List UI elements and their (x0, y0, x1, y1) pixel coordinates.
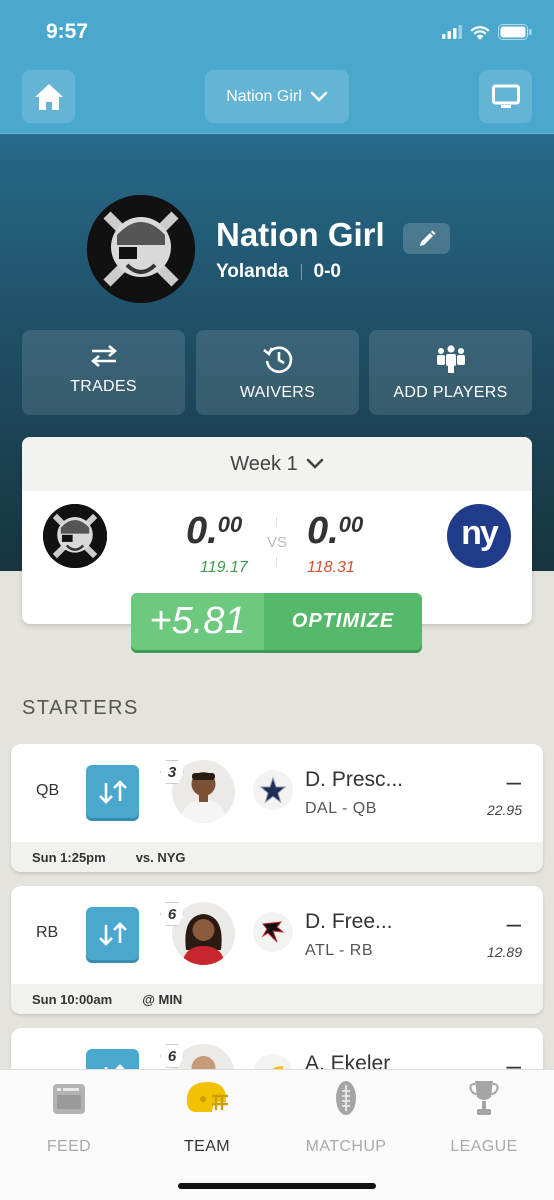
tab-league[interactable]: LEAGUE (415, 1078, 553, 1158)
tab-team[interactable]: TEAM (138, 1078, 276, 1158)
tab-matchup-label: MATCHUP (305, 1138, 387, 1155)
week-selector[interactable]: Week 1 (22, 437, 532, 491)
player-projected: 12.89 (486, 944, 522, 960)
trophy-icon (469, 1081, 499, 1115)
away-score-decimal: 00 (338, 512, 364, 537)
status-bar: 9:57 (0, 0, 554, 62)
vs-divider-bottom (276, 557, 277, 567)
home-button[interactable] (22, 70, 75, 123)
tv-icon (491, 84, 520, 108)
swap-button[interactable] (86, 765, 139, 818)
away-score: 0.00 (307, 510, 363, 553)
swap-vertical-icon (98, 779, 127, 804)
optimize-label: OPTIMIZE (291, 610, 395, 632)
battery-icon (498, 24, 532, 40)
add-players-label: ADD PLAYERS (393, 384, 508, 401)
game-time: Sun 10:00am (32, 991, 113, 1007)
player-score: – (506, 908, 521, 938)
chevron-down-icon (306, 458, 324, 469)
group-icon (436, 345, 465, 373)
team-selector-label: Nation Girl (226, 87, 302, 105)
player-team-position: ATL - RB (305, 942, 374, 959)
football-icon (336, 1081, 356, 1115)
falcons-logo-icon (261, 921, 285, 943)
team-avatar[interactable] (87, 195, 195, 303)
chevron-down-icon (310, 91, 328, 102)
vs-label: VS (267, 534, 288, 551)
pencil-icon (419, 230, 435, 246)
swap-vertical-icon (98, 921, 127, 946)
nfl-team-logo (253, 770, 293, 810)
player-name[interactable]: D. Presc... (305, 768, 403, 792)
giants-logo-icon: ny (461, 513, 499, 552)
clock-history-icon (262, 346, 292, 374)
status-icons (442, 24, 532, 40)
raiders-logo-icon (43, 504, 107, 568)
status-time: 9:57 (46, 20, 89, 43)
week-label: Week 1 (230, 452, 298, 475)
player-score: – (506, 766, 521, 796)
wifi-icon (470, 25, 490, 40)
opponent: @ MIN (142, 991, 183, 1007)
trades-label: TRADES (70, 378, 137, 395)
tab-team-label: TEAM (183, 1138, 231, 1155)
tab-feed-label: FEED (46, 1138, 92, 1155)
away-projected: 118.31 (307, 559, 355, 576)
home-score-main: 0. (186, 510, 218, 552)
feed-icon (53, 1084, 85, 1114)
bottom-tab-bar: FEED TEAM MATCHUP LEAGUE (0, 1069, 554, 1200)
home-score-decimal: 00 (217, 512, 243, 537)
home-team-avatar[interactable] (43, 504, 107, 568)
tab-feed[interactable]: FEED (0, 1078, 138, 1158)
swap-button[interactable] (86, 907, 139, 960)
slot-position: QB (36, 782, 60, 799)
helmet-icon (186, 1082, 228, 1112)
opponent: vs. NYG (135, 849, 186, 865)
game-info-bar: Sun 1:25pm vs. NYG (11, 842, 543, 872)
away-team-avatar[interactable]: ny (447, 504, 511, 568)
home-projected: 119.17 (200, 559, 248, 576)
trades-button[interactable]: TRADES (22, 330, 185, 415)
waivers-label: WAIVERS (239, 384, 316, 401)
team-name: Nation Girl (216, 216, 385, 253)
add-players-button[interactable]: ADD PLAYERS (369, 330, 532, 415)
slot-position: RB (36, 924, 59, 941)
home-score: 0.00 (186, 510, 242, 553)
owner-name: Yolanda (216, 261, 289, 282)
game-info-bar: Sun 10:00am @ MIN (11, 984, 543, 1014)
tab-league-label: LEAGUE (450, 1138, 518, 1155)
owner-separator (300, 264, 302, 280)
team-record: 0-0 (313, 261, 341, 282)
cowboys-star-icon (259, 776, 287, 804)
edit-team-button[interactable] (403, 223, 450, 254)
nfl-team-logo (253, 912, 293, 952)
starter-card[interactable]: QB 3 D. Presc... DAL - QB – 22.95 Sun 1:… (11, 744, 543, 872)
player-name[interactable]: D. Free... (305, 910, 393, 934)
owner-line: Yolanda 0-0 (216, 261, 341, 283)
tab-matchup[interactable]: MATCHUP (277, 1078, 415, 1158)
signal-icon (442, 25, 462, 39)
optimize-delta: +5.81 (131, 593, 264, 650)
optimize-button[interactable]: +5.81 OPTIMIZE (131, 593, 422, 650)
top-nav: Nation Girl (0, 62, 554, 134)
swap-arrows-icon (90, 345, 117, 367)
raiders-logo-icon (87, 195, 195, 303)
game-time: Sun 1:25pm (32, 849, 106, 865)
player-projected: 22.95 (486, 802, 522, 818)
starter-card[interactable]: RB 6 D. Free... ATL - RB – 12.89 Sun 10:… (11, 886, 543, 1014)
away-score-main: 0. (307, 510, 339, 552)
tv-button[interactable] (479, 70, 532, 123)
waivers-button[interactable]: WAIVERS (196, 330, 359, 415)
team-selector[interactable]: Nation Girl (205, 70, 349, 123)
player-team-position: DAL - QB (305, 800, 377, 817)
home-icon (34, 83, 63, 110)
home-indicator[interactable] (178, 1183, 376, 1189)
vs-divider-top (276, 517, 277, 527)
starters-heading: STARTERS (22, 697, 139, 719)
